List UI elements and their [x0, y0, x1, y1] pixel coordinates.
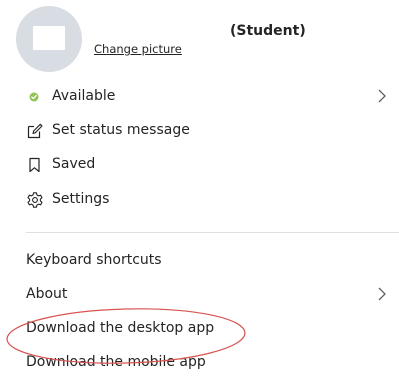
menu-item-download-mobile-app[interactable]: Download the mobile app [0, 345, 399, 379]
avatar-placeholder-icon [33, 26, 65, 50]
menu-item-download-desktop-app-label: Download the desktop app [26, 320, 215, 336]
bookmark-icon [26, 156, 44, 174]
chevron-right-icon [377, 88, 387, 104]
edit-status-icon [26, 122, 44, 140]
change-picture-link[interactable]: Change picture [94, 42, 182, 56]
gear-icon [26, 191, 44, 209]
menu-item-set-status-message[interactable]: Set status message [0, 113, 399, 147]
menu-item-settings[interactable]: Settings [0, 182, 399, 216]
display-name: (Student) [230, 23, 306, 39]
menu-divider [26, 232, 399, 233]
menu-item-download-desktop-app[interactable]: Download the desktop app [0, 311, 399, 345]
avatar[interactable] [16, 6, 82, 72]
available-status-dot-icon [26, 88, 44, 106]
menu-item-available[interactable]: Available [0, 79, 399, 113]
menu-item-set-status-message-label: Set status message [52, 122, 190, 138]
menu-item-saved-label: Saved [52, 156, 96, 172]
profile-header: (Student) Change picture [0, 0, 399, 78]
menu-item-saved[interactable]: Saved [0, 147, 399, 181]
menu-item-settings-label: Settings [52, 191, 110, 207]
menu-item-keyboard-shortcuts-label: Keyboard shortcuts [26, 252, 162, 268]
menu-item-about[interactable]: About [0, 277, 399, 311]
menu-item-about-label: About [26, 286, 68, 302]
menu-item-keyboard-shortcuts[interactable]: Keyboard shortcuts [0, 243, 399, 277]
chevron-right-icon [377, 286, 387, 302]
menu-item-available-label: Available [52, 88, 116, 104]
menu-item-download-mobile-app-label: Download the mobile app [26, 354, 206, 370]
